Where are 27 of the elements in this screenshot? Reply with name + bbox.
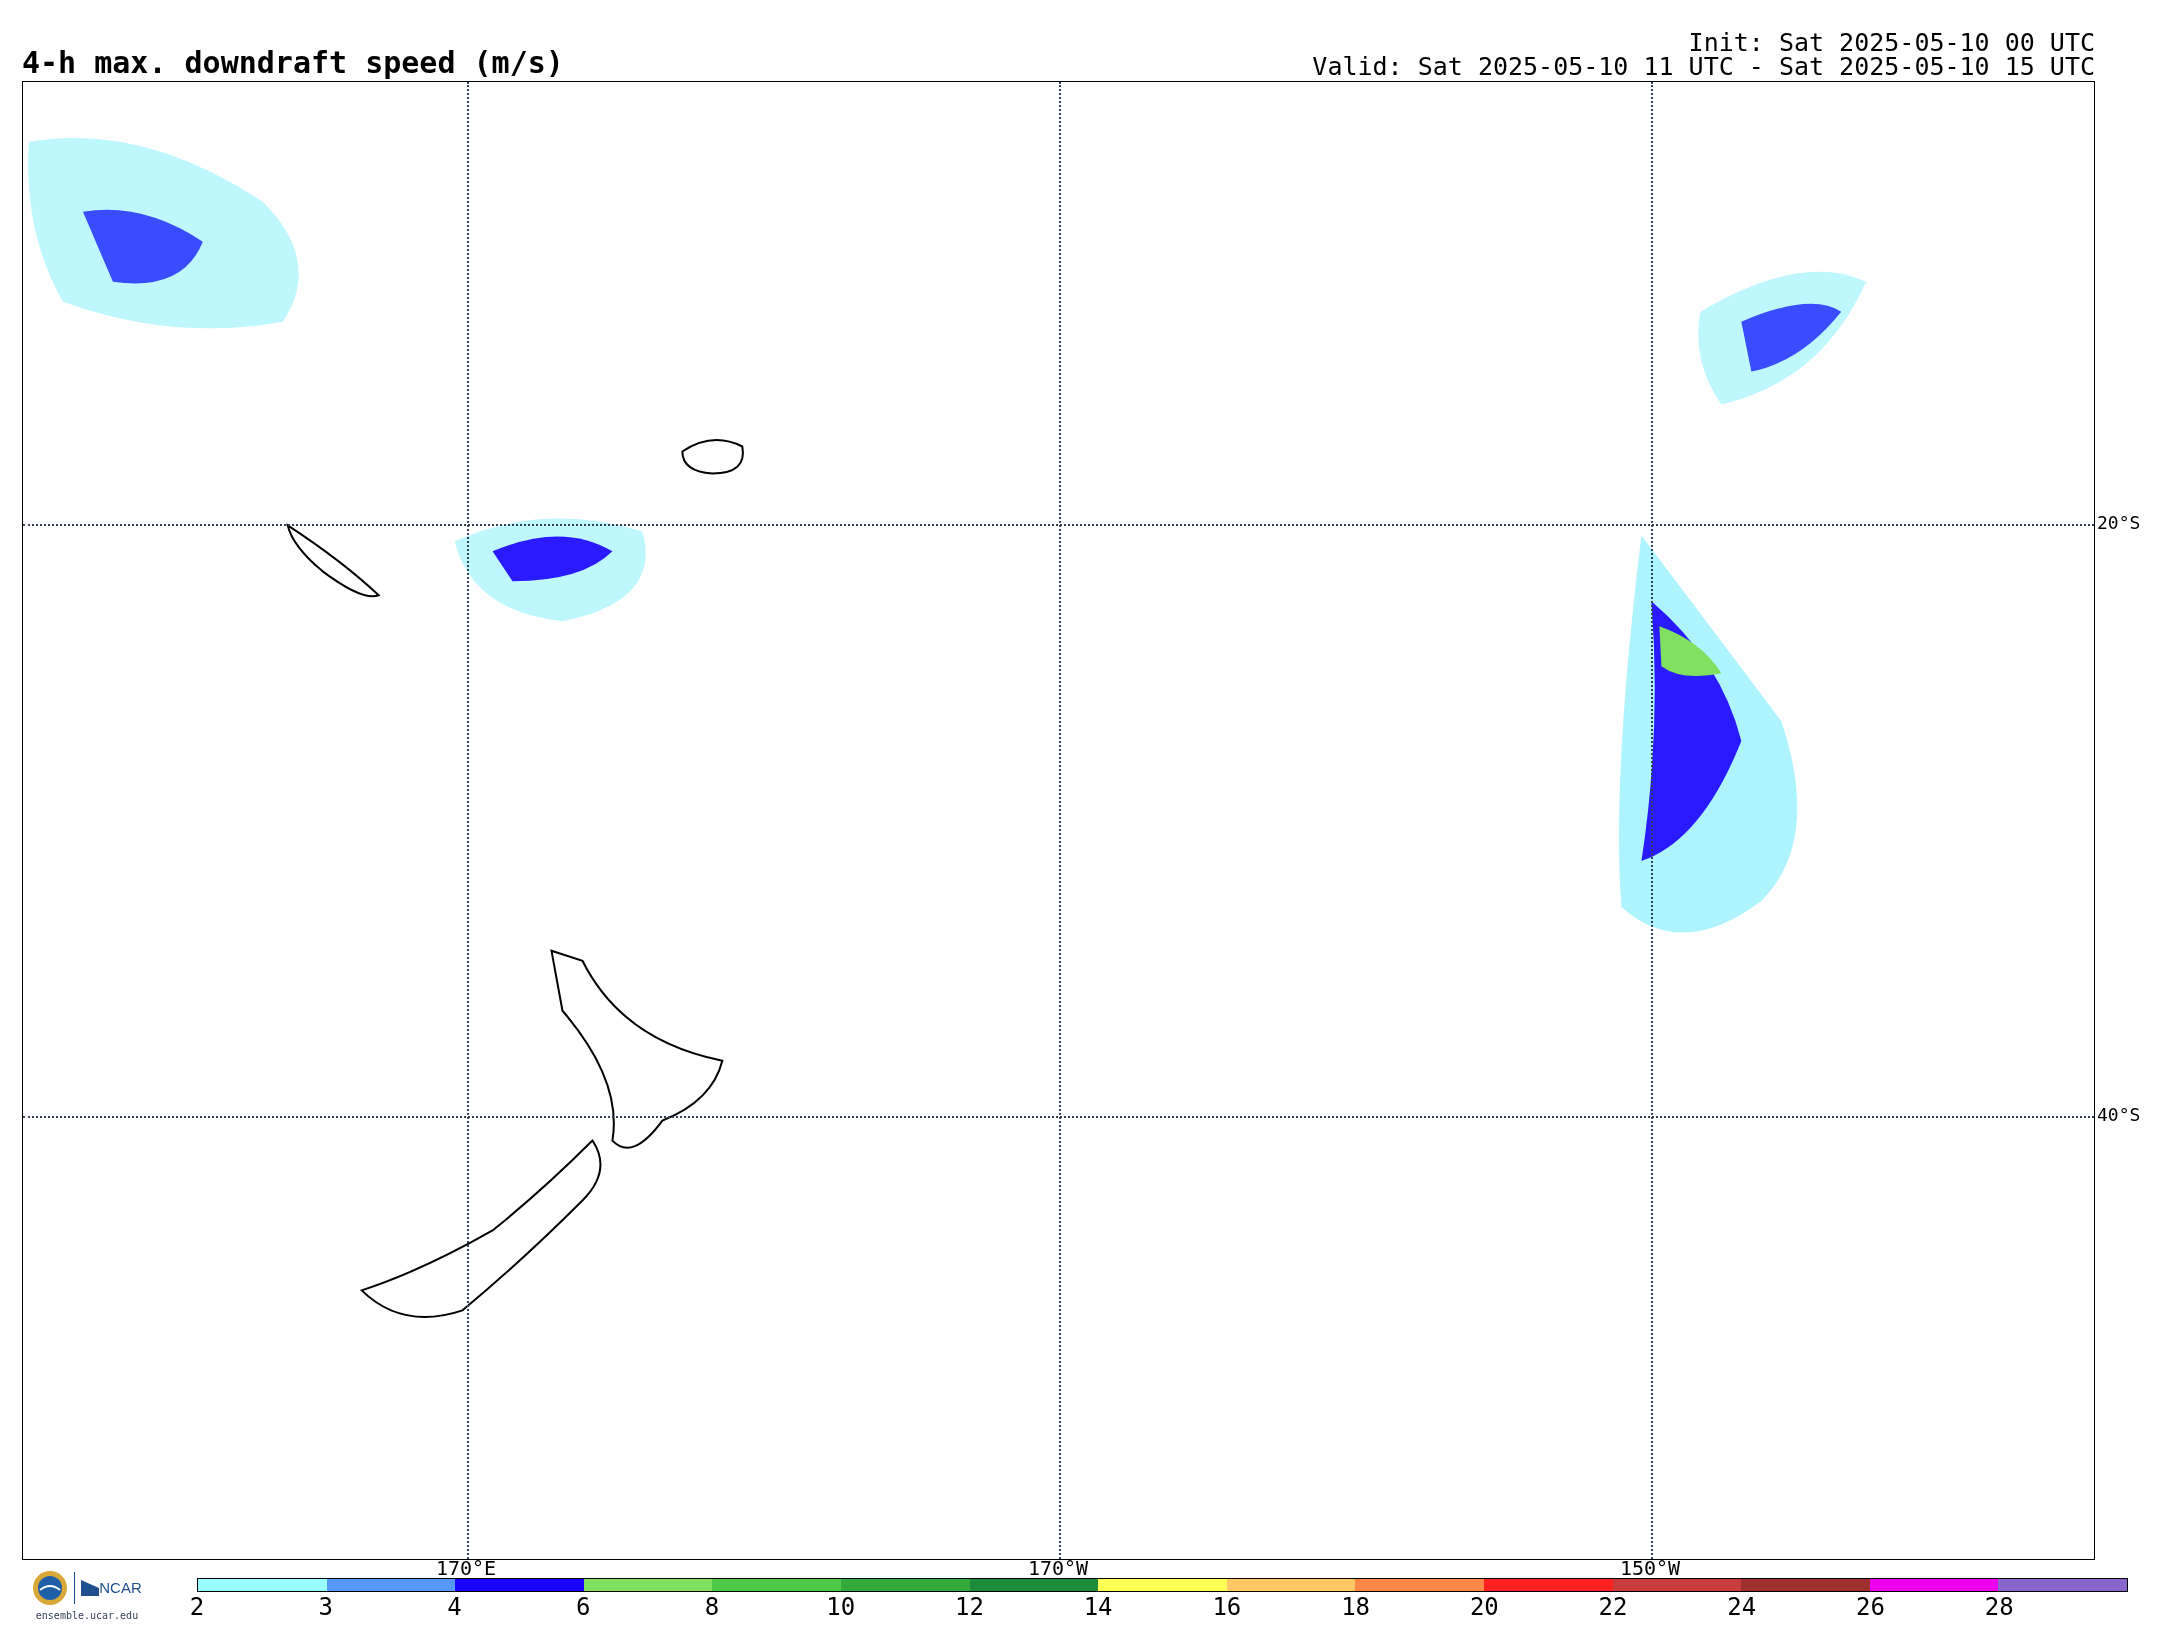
longitude-label: 170°E [435, 1559, 497, 1577]
init-time: Init: Sat 2025-05-10 00 UTC [1688, 31, 2095, 55]
colorbar-tick-label: 26 [1856, 1594, 1885, 1620]
longitude-label: 170°W [1027, 1559, 1089, 1577]
colorbar-tick-label: 24 [1727, 1594, 1757, 1620]
colorbar-tick-label: 14 [1083, 1594, 1113, 1620]
colorbar-tick-label: 8 [704, 1594, 720, 1620]
colorbar-tick-label: 4 [447, 1594, 462, 1620]
latitude-label: 20°S [2097, 513, 2141, 533]
colorbar-tick-label: 28 [1984, 1594, 2014, 1620]
valid-time: Valid: Sat 2025-05-10 11 UTC - Sat 2025-05-10 15 UTC [1312, 55, 2095, 79]
colorbar-tick-label: 12 [954, 1594, 984, 1620]
ncar-logo-icon [81, 1580, 100, 1596]
colorbar-tick-label: 16 [1212, 1594, 1242, 1620]
colorbar-tick-label: 22 [1598, 1594, 1628, 1620]
colorbar-tick-label: 10 [826, 1594, 856, 1620]
colorbar-tick-label: 6 [575, 1594, 591, 1620]
ncar-logo-text: NCAR [99, 1577, 142, 1598]
colorbar-tick-label: 3 [318, 1594, 333, 1620]
latitude-label: 40°S [2097, 1105, 2141, 1125]
colorbar-tick-label: 2 [189, 1594, 205, 1620]
longitude-label: 150°W [1619, 1559, 1681, 1577]
website-url: ensemble.ucar.edu [35, 1609, 139, 1623]
chart-title: 4-h max. downdraft speed (m/s) [22, 47, 564, 79]
colorbar-tick-label: 18 [1341, 1594, 1371, 1620]
colorbar-tick-label: 20 [1469, 1594, 1499, 1620]
globe-logo-icon [32, 1570, 69, 1606]
